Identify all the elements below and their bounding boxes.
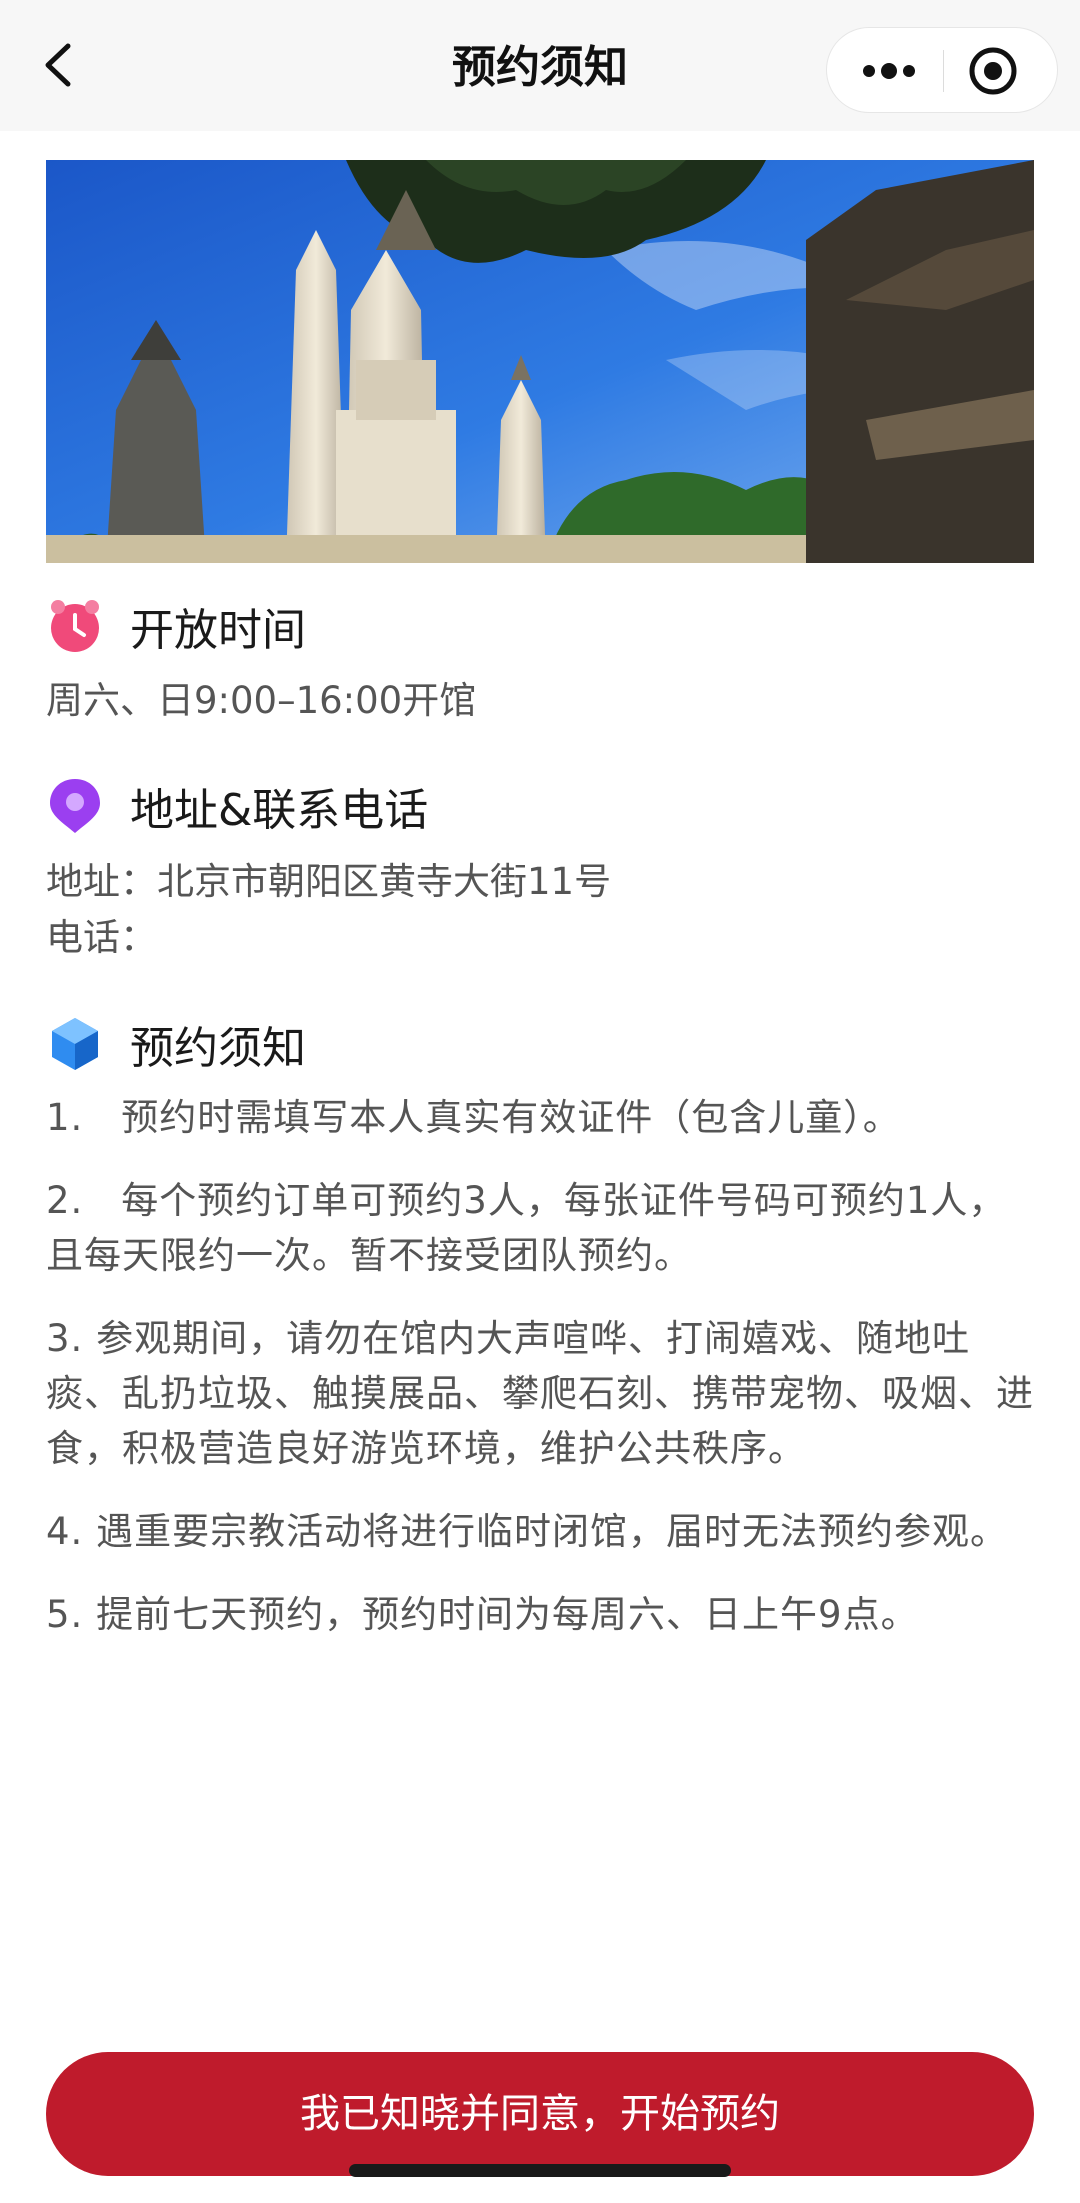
location-pin-icon xyxy=(50,779,100,833)
hours-text: 周六、日9:00–16:00开馆 xyxy=(46,679,477,722)
hours-section-header: 开放时间 xyxy=(46,594,306,658)
notice-item: 2. 每个预约订单可预约3人，每张证件号码可预约1人，且每天限约一次。暂不接受团… xyxy=(46,1179,1007,1277)
navigation-bar: 预约须知 xyxy=(0,0,1080,131)
notice-title: 预约须知 xyxy=(130,1023,306,1074)
notice-item: 5. 提前七天预约，预约时间为每周六、日上午9点。 xyxy=(46,1593,919,1636)
home-indicator xyxy=(349,2164,731,2177)
notice-item: 1. 预约时需填写本人真实有效证件（包含儿童）。 xyxy=(46,1096,901,1139)
phone-line[interactable]: 电话： xyxy=(46,913,157,963)
temple-photo xyxy=(46,160,1034,563)
close-button[interactable] xyxy=(965,43,1021,99)
alarm-clock-icon xyxy=(51,600,99,652)
target-close-icon xyxy=(969,47,1017,95)
hours-title: 开放时间 xyxy=(130,605,306,656)
address-section-header: 地址&联系电话 xyxy=(46,774,428,838)
more-dots-icon xyxy=(863,63,915,79)
more-button[interactable] xyxy=(847,46,927,96)
agree-and-book-button[interactable]: 我已知晓并同意，开始预约 xyxy=(46,2052,1034,2176)
banner-image xyxy=(46,160,1034,563)
capsule-divider xyxy=(943,50,944,92)
address-line: 地址：北京市朝阳区黄寺大街11号 xyxy=(46,860,612,903)
notice-item: 3. 参观期间，请勿在馆内大声喧哗、打闹嬉戏、随地吐痰、乱扔垃圾、触摸展品、攀爬… xyxy=(46,1317,1034,1470)
notice-item: 4. 遇重要宗教活动将进行临时闭馆，届时无法预约参观。 xyxy=(46,1510,1009,1553)
notice-section-header: 预约须知 xyxy=(46,1012,306,1076)
cube-icon xyxy=(52,1018,98,1070)
mini-program-capsule xyxy=(826,27,1058,113)
address-title: 地址&联系电话 xyxy=(130,785,429,836)
notice-list: 1. 预约时需填写本人真实有效证件（包含儿童）。 2. 每个预约订单可预约3人，… xyxy=(46,1090,1036,1670)
